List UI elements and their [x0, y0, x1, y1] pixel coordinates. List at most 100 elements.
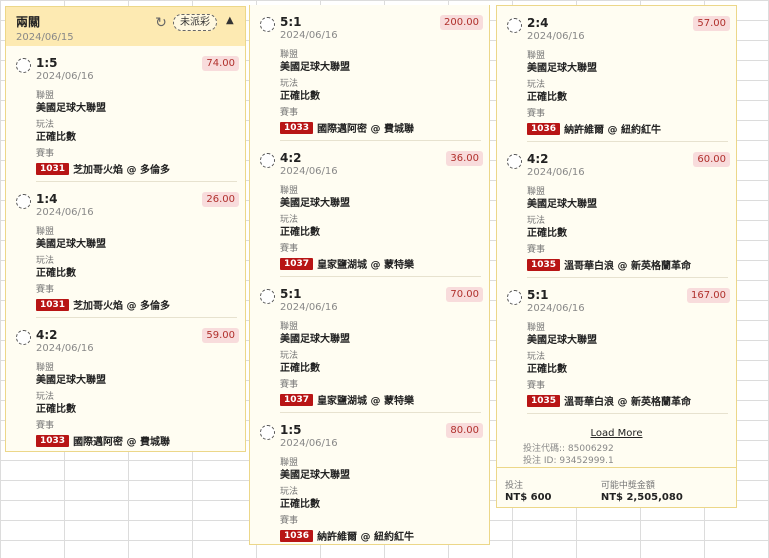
- event-code-badge: 1036: [280, 529, 314, 542]
- selection-item: 1:5 2024/06/16 80.00 聯盟 美國足球大聯盟 玩法 正確比數 賽事 1036 納…: [250, 413, 489, 544]
- event-match: 芝加哥火焰 @ 多倫多: [73, 301, 171, 312]
- selection-item: 5:1 2024/06/16 200.00 聯盟 美國足球大聯盟 玩法 正確比數 賽事 1033…: [250, 5, 489, 140]
- event-code-badge: 1035: [527, 394, 561, 407]
- event-match: 溫哥華白浪 @ 新英格蘭革命: [564, 397, 692, 408]
- league-value: 美國足球大聯盟: [280, 334, 350, 345]
- radio-circle-icon[interactable]: [260, 17, 275, 32]
- play-value: 正確比數: [280, 363, 320, 374]
- selection-item: 2:4 2024/06/16 57.00 聯盟 美國足球大聯盟 玩法 正確比數 賽事 1036 納…: [497, 6, 736, 141]
- odds-badge: 59.00: [202, 328, 239, 343]
- event-match: 皇家鹽湖城 @ 蒙特樂: [317, 260, 415, 271]
- selection-list: 1:5 2024/06/16 74.00 聯盟 美國足球大聯盟 玩法 正確比數 賽事 1031 芝…: [6, 46, 245, 451]
- play-label: 玩法: [36, 256, 55, 266]
- stake-label: 投注: [505, 481, 524, 491]
- selection-date: 2024/06/16: [36, 207, 94, 218]
- bet-header: 兩關 2024/06/15 ↻ 未派彩 ▲: [6, 7, 245, 46]
- odds-badge: 200.00: [440, 15, 483, 30]
- radio-circle-icon[interactable]: [507, 154, 522, 169]
- chevron-up-icon[interactable]: ▲: [226, 15, 234, 26]
- odds-badge: 26.00: [202, 192, 239, 207]
- event-code-badge: 1035: [527, 258, 561, 271]
- event-label: 賽事: [36, 421, 55, 431]
- divider: [527, 413, 728, 414]
- event-code-badge: 1037: [280, 257, 314, 270]
- selection-item: 1:4 2024/06/16 26.00 聯盟 美國足球大聯盟 玩法 正確比數 賽事 1031 芝…: [6, 182, 245, 317]
- stake-value: NT$ 600: [505, 492, 552, 503]
- play-label: 玩法: [280, 215, 299, 225]
- league-value: 美國足球大聯盟: [527, 199, 597, 210]
- odds-badge: 80.00: [446, 423, 483, 438]
- odds-badge: 74.00: [202, 56, 239, 71]
- event-label: 賽事: [36, 285, 55, 295]
- league-label: 聯盟: [280, 458, 299, 468]
- league-label: 聯盟: [527, 187, 546, 197]
- radio-circle-icon[interactable]: [16, 58, 31, 73]
- event-row: 1031 芝加哥火焰 @ 多倫多: [36, 161, 237, 176]
- radio-circle-icon[interactable]: [16, 330, 31, 345]
- play-value: 正確比數: [36, 132, 76, 143]
- selection-date: 2024/06/16: [527, 303, 585, 314]
- play-value: 正確比數: [280, 91, 320, 102]
- selection-item: 4:2 2024/06/16 59.00 聯盟 美國足球大聯盟 玩法 正確比數 賽事 1033 國…: [6, 318, 245, 451]
- radio-circle-icon[interactable]: [507, 18, 522, 33]
- event-row: 1035 溫哥華白浪 @ 新英格蘭革命: [527, 393, 728, 408]
- radio-circle-icon[interactable]: [260, 153, 275, 168]
- selection-date: 2024/06/16: [36, 343, 94, 354]
- bet-slip-column-1: 兩關 2024/06/15 ↻ 未派彩 ▲ 1:5 2024/06/16 74.00…: [5, 6, 246, 452]
- load-more-link[interactable]: Load More: [497, 428, 736, 439]
- odds-badge: 36.00: [446, 151, 483, 166]
- event-match: 納許維爾 @ 紐約紅牛: [317, 532, 415, 543]
- bet-slip-column-3: 2:4 2024/06/16 57.00 聯盟 美國足球大聯盟 玩法 正確比數 賽事 1036 納…: [496, 5, 737, 508]
- status-badge: 未派彩: [173, 14, 217, 31]
- league-label: 聯盟: [527, 323, 546, 333]
- radio-circle-icon[interactable]: [507, 290, 522, 305]
- event-row: 1035 溫哥華白浪 @ 新英格蘭革命: [527, 257, 728, 272]
- selection-item: 1:5 2024/06/16 74.00 聯盟 美國足球大聯盟 玩法 正確比數 賽事 1031 芝…: [6, 46, 245, 181]
- play-value: 正確比數: [527, 228, 567, 239]
- payout-value: NT$ 2,505,080: [600, 492, 683, 503]
- bet-date: 2024/06/15: [16, 32, 74, 43]
- league-value: 美國足球大聯盟: [527, 335, 597, 346]
- league-value: 美國足球大聯盟: [527, 63, 597, 74]
- play-label: 玩法: [527, 216, 546, 226]
- selection-date: 2024/06/16: [280, 302, 338, 313]
- league-label: 聯盟: [527, 51, 546, 61]
- event-match: 國際邁阿密 @ 費城聯: [317, 124, 415, 135]
- event-label: 賽事: [280, 108, 299, 118]
- league-label: 聯盟: [36, 227, 55, 237]
- play-label: 玩法: [280, 351, 299, 361]
- odds-badge: 70.00: [446, 287, 483, 302]
- event-code-badge: 1031: [36, 298, 70, 311]
- event-row: 1031 芝加哥火焰 @ 多倫多: [36, 297, 237, 312]
- radio-circle-icon[interactable]: [16, 194, 31, 209]
- event-code-badge: 1031: [36, 162, 70, 175]
- league-value: 美國足球大聯盟: [280, 470, 350, 481]
- event-row: 1036 納許維爾 @ 紐約紅牛: [527, 121, 728, 136]
- event-label: 賽事: [280, 380, 299, 390]
- odds-badge: 60.00: [693, 152, 730, 167]
- league-value: 美國足球大聯盟: [280, 198, 350, 209]
- refresh-icon[interactable]: ↻: [153, 15, 169, 31]
- event-match: 芝加哥火焰 @ 多倫多: [73, 165, 171, 176]
- odds-badge: 57.00: [693, 16, 730, 31]
- bet-summary-footer: 投注 NT$ 600 可能中獎金額 NT$ 2,505,080: [497, 467, 736, 507]
- event-code-badge: 1033: [36, 434, 70, 447]
- event-match: 納許維爾 @ 紐約紅牛: [564, 125, 662, 136]
- play-label: 玩法: [36, 120, 55, 130]
- selection-date: 2024/06/16: [280, 438, 338, 449]
- league-value: 美國足球大聯盟: [36, 103, 106, 114]
- league-value: 美國足球大聯盟: [280, 62, 350, 73]
- league-label: 聯盟: [36, 363, 55, 373]
- bet-code: 投注代碼:: 85006292: [523, 444, 614, 454]
- league-value: 美國足球大聯盟: [36, 375, 106, 386]
- radio-circle-icon[interactable]: [260, 425, 275, 440]
- play-value: 正確比數: [280, 227, 320, 238]
- selection-list: 5:1 2024/06/16 200.00 聯盟 美國足球大聯盟 玩法 正確比數 賽事 1033…: [250, 5, 489, 544]
- event-code-badge: 1037: [280, 393, 314, 406]
- event-match: 皇家鹽湖城 @ 蒙特樂: [317, 396, 415, 407]
- radio-circle-icon[interactable]: [260, 289, 275, 304]
- event-code-badge: 1036: [527, 122, 561, 135]
- play-label: 玩法: [36, 392, 55, 402]
- payout-label: 可能中獎金額: [600, 481, 655, 491]
- play-value: 正確比數: [527, 364, 567, 375]
